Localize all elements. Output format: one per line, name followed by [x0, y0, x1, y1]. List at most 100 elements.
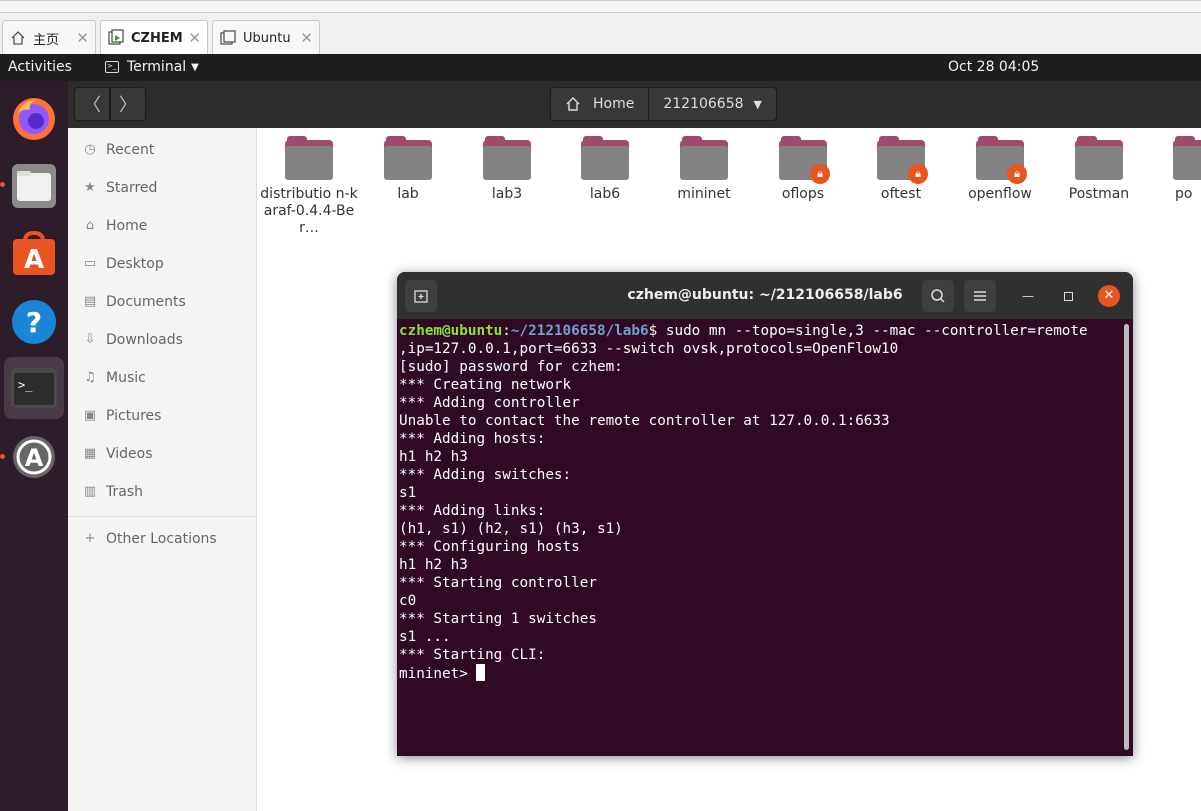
sidebar-item-label: Trash [106, 484, 143, 500]
terminal-window[interactable]: czhem@ubuntu: ~/212106658/lab6 — ✕ czhem… [397, 272, 1133, 756]
prompt-separator: : [502, 323, 511, 339]
folder-item[interactable]: lab3 [457, 136, 557, 203]
clock[interactable]: Oct 28 04:05 [948, 59, 1039, 75]
folder-icon [1075, 136, 1123, 180]
desktop-icon: ▭ [83, 256, 97, 271]
terminal-header-bar: czhem@ubuntu: ~/212106658/lab6 — ✕ [397, 272, 1133, 319]
dock-files[interactable] [4, 155, 64, 217]
sidebar-item-label: Home [106, 218, 148, 234]
svg-text:?: ? [26, 306, 42, 339]
output-line: ,ip=127.0.0.1,port=6633 --switch ovsk,pr… [399, 341, 899, 357]
output-line: s1 [399, 485, 417, 501]
menu-button[interactable] [964, 280, 996, 312]
lock-icon: 🔒︎ [810, 164, 830, 184]
mininet-prompt-line[interactable]: mininet> [399, 664, 1123, 683]
files-header-bar: 〈 〉 Home 212106658 ▼ [68, 81, 1201, 128]
output-line: *** Adding controller [399, 395, 580, 411]
dock-help[interactable]: ? [4, 291, 64, 353]
svg-text:A: A [25, 444, 44, 472]
folder-item[interactable]: 🔒︎ oflops [753, 136, 853, 203]
mininet-prompt: mininet> [399, 666, 477, 682]
files-sidebar: ◷ Recent ★ Starred ⌂ Home ▭ Desktop ▤ Documen… [68, 128, 257, 811]
sidebar-item-label: Other Locations [106, 531, 217, 547]
folder-icon [483, 136, 531, 180]
music-icon: ♫ [84, 370, 96, 385]
output-line: *** Adding links: [399, 503, 546, 519]
folder-item[interactable]: distributio n-karaf-0.4.4-Ber… [259, 136, 359, 237]
folder-icon: 🔒︎ [779, 136, 830, 184]
sidebar-item-label: Music [106, 370, 146, 386]
dock-terminal[interactable]: >_ [4, 357, 64, 419]
dock: A ? >_ A [0, 81, 68, 811]
prompt-end: $ [648, 323, 666, 339]
dock-updater[interactable]: A [4, 426, 64, 488]
folder-item[interactable]: 🔒︎ oftest [851, 136, 951, 203]
chevron-left-icon: 〈 [83, 95, 101, 116]
dock-firefox[interactable] [4, 87, 64, 149]
forward-button[interactable]: 〉 [110, 87, 146, 121]
sidebar-item-trash[interactable]: ▥ Trash [82, 484, 143, 500]
sidebar-item-label: Documents [106, 294, 186, 310]
folder-icon [581, 136, 629, 180]
maximize-button[interactable] [1057, 285, 1079, 307]
vm-icon [220, 30, 236, 45]
folder-item[interactable]: Postman [1049, 136, 1149, 203]
back-button[interactable]: 〈 [74, 87, 110, 121]
output-line: *** Creating network [399, 377, 572, 393]
path-bar: Home 212106658 ▼ [550, 87, 777, 121]
scrollbar[interactable] [1124, 324, 1129, 750]
folder-item[interactable]: mininet [654, 136, 754, 203]
folder-item[interactable]: lab6 [555, 136, 655, 203]
activities-button[interactable]: Activities [8, 59, 72, 75]
sidebar-item-downloads[interactable]: ⇩ Downloads [82, 332, 183, 348]
output-line: c0 [399, 593, 417, 609]
dock-software[interactable]: A [4, 223, 64, 285]
sidebar-item-desktop[interactable]: ▭ Desktop [82, 256, 164, 272]
sidebar-item-other-locations[interactable]: + Other Locations [82, 531, 217, 547]
caret-down-icon: ▼ [753, 97, 762, 111]
folder-item[interactable]: 🔒︎ openflow [950, 136, 1050, 203]
folder-name: lab6 [589, 186, 621, 202]
terminal-output[interactable]: czhem@ubuntu:~/212106658/lab6$ sudo mn -… [399, 322, 1123, 683]
tab-home[interactable]: 主页 ✕ [2, 20, 96, 55]
plus-icon: + [84, 531, 96, 546]
folder-name: oflops [781, 186, 825, 202]
minimize-button[interactable]: — [1017, 285, 1039, 307]
output-line: h1 h2 h3 [399, 449, 468, 465]
output-line: *** Starting CLI: [399, 647, 546, 663]
app-menu[interactable]: >_ Terminal ▼ [105, 59, 199, 75]
sidebar-item-recent[interactable]: ◷ Recent [82, 142, 154, 158]
home-icon [11, 31, 25, 45]
sidebar-item-music[interactable]: ♫ Music [82, 370, 146, 386]
path-current-button[interactable]: 212106658 ▼ [649, 88, 776, 120]
home-icon [566, 97, 580, 111]
output-line: *** Adding hosts: [399, 431, 546, 447]
sidebar-item-videos[interactable]: ▦ Videos [82, 446, 153, 462]
close-icon[interactable]: ✕ [300, 29, 313, 47]
search-button[interactable] [922, 280, 954, 312]
text-cursor [476, 664, 486, 681]
picture-icon: ▣ [83, 408, 97, 423]
clock-icon: ◷ [84, 142, 96, 157]
sidebar-divider [68, 516, 257, 517]
sidebar-item-pictures[interactable]: ▣ Pictures [82, 408, 162, 424]
folder-icon [1173, 136, 1201, 180]
folder-name: openflow [968, 186, 1032, 202]
tab-label: 主页 [33, 32, 60, 48]
sidebar-item-starred[interactable]: ★ Starred [82, 180, 157, 196]
search-icon [931, 289, 945, 303]
sidebar-item-documents[interactable]: ▤ Documents [82, 294, 186, 310]
close-button[interactable]: ✕ [1098, 285, 1120, 307]
folder-item[interactable]: po [1147, 136, 1201, 203]
output-line: s1 ... [399, 629, 451, 645]
close-icon[interactable]: ✕ [188, 29, 201, 47]
files-icon [12, 164, 56, 208]
tab-czhem[interactable]: CZHEM ✕ [100, 20, 208, 55]
help-icon: ? [12, 300, 56, 344]
folder-item[interactable]: lab [358, 136, 458, 203]
sidebar-item-home[interactable]: ⌂ Home [82, 218, 147, 234]
tab-ubuntu[interactable]: Ubuntu ✕ [212, 20, 320, 55]
video-icon: ▦ [83, 446, 97, 461]
path-home-button[interactable]: Home [551, 88, 650, 120]
close-icon[interactable]: ✕ [76, 29, 89, 47]
